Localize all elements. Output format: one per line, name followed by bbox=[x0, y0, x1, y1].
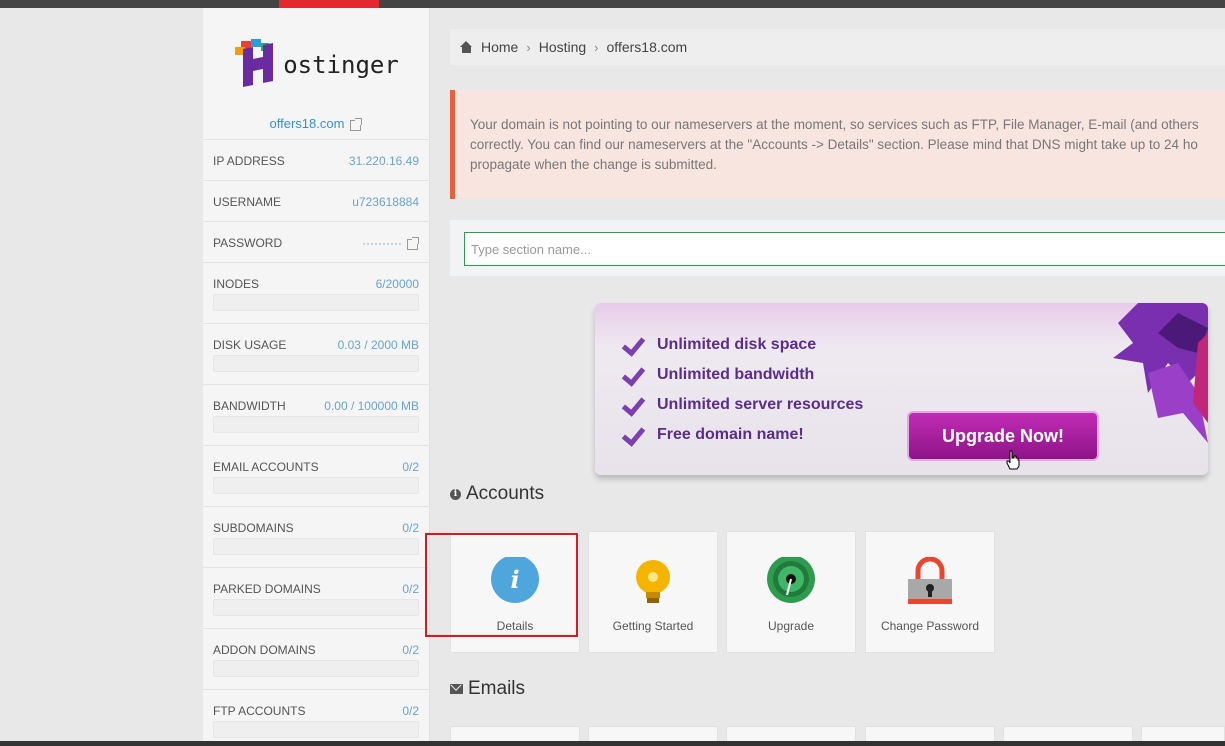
getting-started-card[interactable]: Getting Started bbox=[588, 531, 718, 653]
stat-value: 0/2 bbox=[402, 581, 419, 596]
stat-disk-usage: DISK USAGE 0.03 / 2000 MB bbox=[203, 324, 429, 385]
upgrade-now-button[interactable]: Upgrade Now! bbox=[907, 411, 1099, 461]
stat-value: u723618884 bbox=[352, 194, 419, 209]
stat-inodes: INODES 6/20000 bbox=[203, 263, 429, 324]
stat-value: 0/2 bbox=[402, 703, 419, 718]
stat-label: SUBDOMAINS bbox=[213, 520, 294, 535]
upgrade-banner[interactable]: Unlimited disk space Unlimited bandwidth… bbox=[595, 303, 1208, 475]
section-search-input[interactable] bbox=[464, 232, 1225, 266]
alert-line-2: correctly. You can find our nameservers … bbox=[470, 137, 1198, 152]
breadcrumb-hosting[interactable]: Hosting bbox=[539, 39, 586, 55]
home-icon[interactable] bbox=[460, 41, 473, 53]
bottom-bar bbox=[0, 741, 1225, 746]
check-icon bbox=[621, 424, 643, 446]
lightbulb-icon bbox=[627, 557, 679, 609]
domain-link-label: offers18.com bbox=[269, 116, 345, 131]
stat-ftp-accounts: FTP ACCOUNTS 0/2 bbox=[203, 690, 429, 746]
banner-feature: Free domain name! bbox=[621, 420, 863, 450]
stat-value: 6/20000 bbox=[375, 276, 419, 291]
breadcrumb-domain: offers18.com bbox=[606, 39, 688, 55]
stat-value: 31.220.16.49 bbox=[348, 153, 419, 168]
padlock-icon bbox=[904, 556, 956, 609]
usage-progress-bar bbox=[213, 721, 419, 738]
stat-label: USERNAME bbox=[213, 194, 282, 209]
banner-feature: Unlimited server resources bbox=[621, 390, 863, 420]
top-bar bbox=[0, 0, 1225, 15]
check-icon bbox=[621, 334, 643, 356]
stat-password: PASSWORD ·········· bbox=[203, 222, 429, 263]
stat-username: USERNAME u723618884 bbox=[203, 181, 429, 222]
stat-value: 0/2 bbox=[402, 642, 419, 657]
banner-feature-list: Unlimited disk space Unlimited bandwidth… bbox=[621, 330, 863, 450]
hostinger-logo-icon bbox=[233, 37, 281, 87]
hand-cursor-icon bbox=[1006, 450, 1020, 470]
check-icon bbox=[621, 364, 643, 386]
info-circle-icon: i bbox=[450, 488, 461, 500]
stat-subdomains: SUBDOMAINS 0/2 bbox=[203, 507, 429, 568]
check-icon bbox=[621, 394, 643, 416]
alert-line-3: propagate when the change is submitted. bbox=[470, 157, 717, 172]
stat-label: BANDWIDTH bbox=[213, 398, 286, 413]
breadcrumb: Home › Hosting › offers18.com bbox=[450, 29, 1225, 65]
external-link-icon[interactable] bbox=[350, 117, 363, 131]
speedometer-icon bbox=[765, 555, 817, 609]
usage-progress-bar bbox=[213, 477, 419, 494]
stat-label: IP ADDRESS bbox=[213, 153, 285, 168]
usage-progress-bar bbox=[213, 660, 419, 677]
stat-value: 0/2 bbox=[402, 520, 419, 535]
chevron-right-icon: › bbox=[594, 39, 599, 55]
stat-email-accounts: EMAIL ACCOUNTS 0/2 bbox=[203, 446, 429, 507]
stat-label: PARKED DOMAINS bbox=[213, 581, 321, 596]
stat-parked-domains: PARKED DOMAINS 0/2 bbox=[203, 568, 429, 629]
account-stats: IP ADDRESS 31.220.16.49 USERNAME u723618884… bbox=[203, 140, 429, 746]
card-label: Upgrade bbox=[767, 619, 815, 633]
emails-section-title: Emails bbox=[450, 677, 525, 701]
stat-addon-domains: ADDON DOMAINS 0/2 bbox=[203, 629, 429, 690]
stat-label: INODES bbox=[213, 276, 260, 291]
stat-value: 0/2 bbox=[402, 459, 419, 474]
stat-bandwidth: BANDWIDTH 0.00 / 100000 MB bbox=[203, 385, 429, 446]
breadcrumb-home[interactable]: Home bbox=[481, 39, 518, 55]
alert-line-1: Your domain is not pointing to our names… bbox=[470, 117, 1199, 132]
stat-value: ·········· bbox=[362, 236, 419, 250]
card-label: Change Password bbox=[880, 619, 980, 633]
stat-ip-address: IP ADDRESS 31.220.16.49 bbox=[203, 140, 429, 181]
stat-label: ADDON DOMAINS bbox=[213, 642, 316, 657]
change-password-card[interactable]: Change Password bbox=[865, 531, 995, 653]
external-link-icon[interactable] bbox=[407, 236, 419, 250]
active-top-tab[interactable] bbox=[279, 0, 379, 15]
banner-feature: Unlimited disk space bbox=[621, 330, 863, 360]
accounts-section-title: i Accounts bbox=[450, 482, 544, 506]
envelope-icon bbox=[450, 684, 463, 694]
upgrade-card[interactable]: Upgrade bbox=[726, 531, 856, 653]
hostinger-logo[interactable]: ostinger bbox=[203, 8, 429, 108]
chevron-right-icon: › bbox=[526, 39, 531, 55]
stat-value: 0.03 / 2000 MB bbox=[337, 337, 419, 352]
stat-label: PASSWORD bbox=[213, 235, 283, 250]
card-label: Getting Started bbox=[612, 619, 694, 633]
usage-progress-bar bbox=[213, 416, 419, 433]
usage-progress-bar bbox=[213, 355, 419, 372]
usage-progress-bar bbox=[213, 294, 419, 311]
logo-text: ostinger bbox=[283, 51, 399, 79]
stat-value: 0.00 / 100000 MB bbox=[324, 398, 419, 413]
usage-progress-bar bbox=[213, 538, 419, 555]
section-search-bar bbox=[450, 220, 1225, 276]
sidebar: ostinger offers18.com IP ADDRESS 31.220.1… bbox=[203, 8, 430, 741]
domain-link[interactable]: offers18.com bbox=[203, 108, 429, 140]
stat-label: FTP ACCOUNTS bbox=[213, 703, 306, 718]
highlight-box bbox=[425, 533, 578, 637]
usage-progress-bar bbox=[213, 599, 419, 616]
dns-warning-alert: Your domain is not pointing to our names… bbox=[450, 90, 1225, 199]
banner-feature: Unlimited bandwidth bbox=[621, 360, 863, 390]
stat-label: EMAIL ACCOUNTS bbox=[213, 459, 319, 474]
stat-label: DISK USAGE bbox=[213, 337, 287, 352]
